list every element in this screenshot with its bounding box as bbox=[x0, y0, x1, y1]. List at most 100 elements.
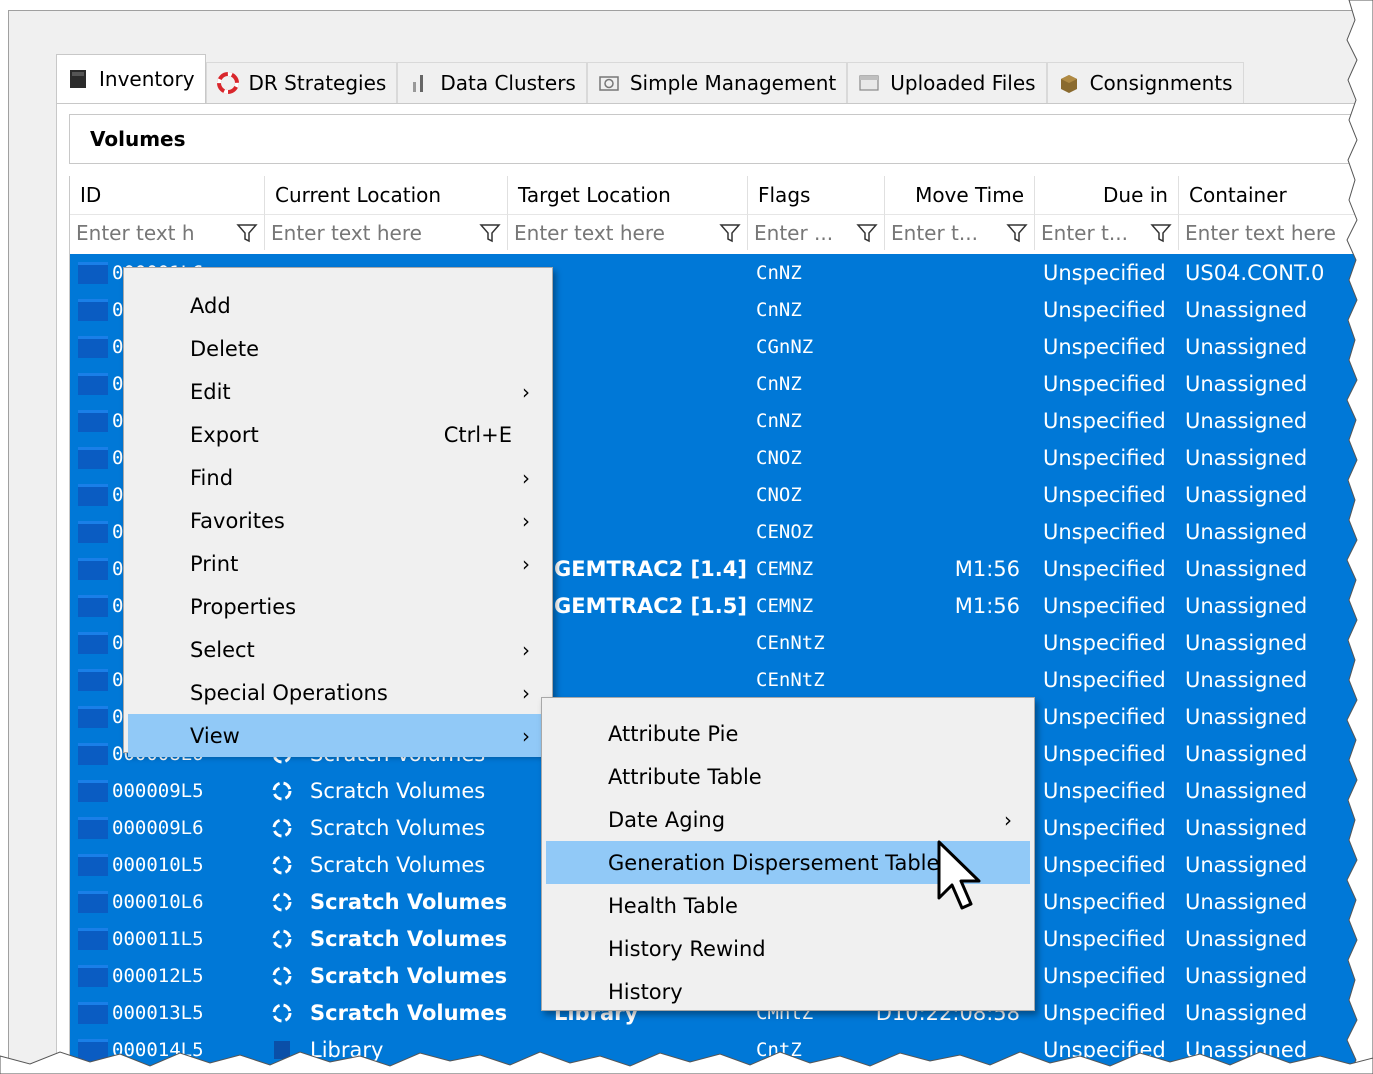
cell-flags: CEMNZ bbox=[756, 557, 814, 580]
mouse-cursor-icon bbox=[937, 840, 981, 910]
context-menu-item-edit[interactable]: Edit › bbox=[128, 370, 548, 413]
cell-flags: CnNZ bbox=[756, 409, 802, 432]
cell-id-text: 000009L5 bbox=[112, 779, 204, 802]
camera-icon bbox=[599, 76, 619, 91]
filter-current-location[interactable]: Enter text here bbox=[265, 214, 508, 250]
context-menu-item-print[interactable]: Print › bbox=[128, 542, 548, 585]
volume-icon bbox=[78, 372, 108, 395]
cell-id: 000010L6 bbox=[78, 883, 204, 920]
cell-due-in: Unspecified bbox=[1043, 667, 1166, 692]
tab-data-clusters[interactable]: Data Clusters bbox=[397, 62, 587, 103]
menu-item-label: Find bbox=[190, 465, 234, 490]
folder-icon bbox=[859, 75, 879, 91]
cell-id: 0 bbox=[78, 402, 123, 439]
view-submenu-item-history-rewind[interactable]: History Rewind bbox=[546, 927, 1030, 970]
cell-location-text: Scratch Volumes bbox=[310, 963, 508, 988]
funnel-icon[interactable] bbox=[1006, 222, 1028, 244]
context-menu-item-special-operations[interactable]: Special Operations › bbox=[128, 671, 548, 714]
cell-due-in: Unspecified bbox=[1043, 408, 1166, 433]
cell-current-location: Scratch Volumes bbox=[270, 772, 485, 809]
cell-id-text: 0 bbox=[112, 298, 124, 321]
view-submenu-item-history[interactable]: History bbox=[546, 970, 1030, 1013]
cell-id: 0 bbox=[78, 365, 123, 402]
volume-icon bbox=[78, 335, 108, 358]
column-header-id[interactable]: ID bbox=[70, 176, 265, 214]
context-menu-item-favorites[interactable]: Favorites › bbox=[128, 499, 548, 542]
volume-icon bbox=[78, 890, 108, 913]
funnel-icon[interactable] bbox=[236, 222, 258, 244]
funnel-icon[interactable] bbox=[856, 222, 878, 244]
filter-id[interactable]: Enter text h bbox=[70, 214, 265, 250]
filter-move-time[interactable]: Enter t... bbox=[885, 214, 1035, 250]
cell-container: Unassigned bbox=[1185, 852, 1308, 877]
chevron-right-icon: › bbox=[1004, 807, 1012, 832]
cell-flags: CnNZ bbox=[756, 372, 802, 395]
cell-due-in: Unspecified bbox=[1043, 1000, 1166, 1025]
cell-due-in: Unspecified bbox=[1043, 297, 1166, 322]
cell-due-in: Unspecified bbox=[1043, 926, 1166, 951]
volume-icon bbox=[78, 483, 108, 506]
cell-flags: CGnNZ bbox=[756, 335, 814, 358]
context-menu-item-properties[interactable]: Properties bbox=[128, 585, 548, 628]
menu-item-shortcut: Ctrl+E bbox=[443, 422, 512, 447]
cell-id-text: 0 bbox=[112, 520, 124, 543]
column-header-due-in[interactable]: Due in bbox=[1035, 176, 1179, 214]
chevron-right-icon: › bbox=[522, 379, 530, 404]
column-header-current-location[interactable]: Current Location bbox=[265, 176, 508, 214]
cell-flags: CENOZ bbox=[756, 520, 814, 543]
funnel-icon[interactable] bbox=[719, 222, 741, 244]
filter-target-location[interactable]: Enter text here bbox=[508, 214, 748, 250]
recycle-icon bbox=[272, 966, 292, 985]
cell-current-location: Scratch Volumes bbox=[270, 846, 485, 883]
recycle-icon bbox=[272, 929, 292, 948]
volume-icon bbox=[78, 816, 108, 839]
cell-current-location: Scratch Volumes bbox=[270, 957, 507, 994]
tab-consignments[interactable]: Consignments bbox=[1046, 62, 1244, 103]
menu-item-label: History bbox=[608, 979, 683, 1004]
torn-edge-bottom bbox=[0, 1051, 1373, 1074]
menu-item-label: Delete bbox=[190, 336, 259, 361]
filter-container[interactable]: Enter text here bbox=[1179, 214, 1363, 250]
tab-simple-management[interactable]: Simple Management bbox=[586, 62, 848, 103]
tab-label: Uploaded Files bbox=[890, 71, 1036, 95]
cell-flags: CnNZ bbox=[756, 261, 802, 284]
column-header-target-location[interactable]: Target Location bbox=[508, 176, 748, 214]
cell-container: Unassigned bbox=[1185, 667, 1308, 692]
context-menu-item-view[interactable]: View › bbox=[128, 714, 548, 757]
context-menu-item-delete[interactable]: Delete bbox=[128, 327, 548, 370]
funnel-icon[interactable] bbox=[479, 222, 501, 244]
cell-due-in: Unspecified bbox=[1043, 371, 1166, 396]
cell-container: US04.CONT.0 bbox=[1185, 260, 1325, 285]
cell-location-text: Scratch Volumes bbox=[310, 778, 486, 803]
context-menu-item-find[interactable]: Find › bbox=[128, 456, 548, 499]
context-menu-item-select[interactable]: Select › bbox=[128, 628, 548, 671]
funnel-icon[interactable] bbox=[1150, 222, 1172, 244]
tab-inventory[interactable]: Inventory bbox=[56, 54, 206, 103]
cell-id: 000013L5 bbox=[78, 994, 204, 1031]
cell-due-in: Unspecified bbox=[1043, 519, 1166, 544]
view-submenu-item-attribute-pie[interactable]: Attribute Pie bbox=[546, 712, 1030, 755]
chevron-right-icon: › bbox=[522, 508, 530, 533]
context-menu-item-add[interactable]: Add bbox=[128, 284, 548, 327]
tab-label: Consignments bbox=[1089, 71, 1233, 95]
filter-due-in[interactable]: Enter t... bbox=[1035, 214, 1179, 250]
cell-id-text: 0 bbox=[112, 705, 124, 728]
recycle-icon bbox=[272, 855, 292, 874]
volume-icon bbox=[78, 779, 108, 802]
context-menu-item-export[interactable]: Export Ctrl+E bbox=[128, 413, 548, 456]
volume-icon bbox=[78, 705, 108, 728]
cell-move-time: M1:56 bbox=[954, 593, 1020, 618]
column-header-flags[interactable]: Flags bbox=[748, 176, 885, 214]
column-header-move-time[interactable]: Move Time bbox=[885, 176, 1035, 214]
cell-due-in: Unspecified bbox=[1043, 778, 1166, 803]
tab-dr-strategies[interactable]: DR Strategies bbox=[205, 62, 398, 103]
tab-uploaded-files[interactable]: Uploaded Files bbox=[847, 62, 1047, 103]
menu-item-label: Generation Dispersement Table bbox=[608, 850, 940, 875]
column-header-container[interactable]: Container bbox=[1179, 176, 1363, 214]
view-submenu-item-date-aging[interactable]: Date Aging › bbox=[546, 798, 1030, 841]
volume-icon bbox=[78, 631, 108, 654]
cell-target-location: GEMTRAC2 [1.4] bbox=[554, 556, 747, 581]
view-submenu-item-attribute-table[interactable]: Attribute Table bbox=[546, 755, 1030, 798]
cell-id: 000009L6 bbox=[78, 809, 204, 846]
filter-flags[interactable]: Enter ... bbox=[748, 214, 885, 250]
